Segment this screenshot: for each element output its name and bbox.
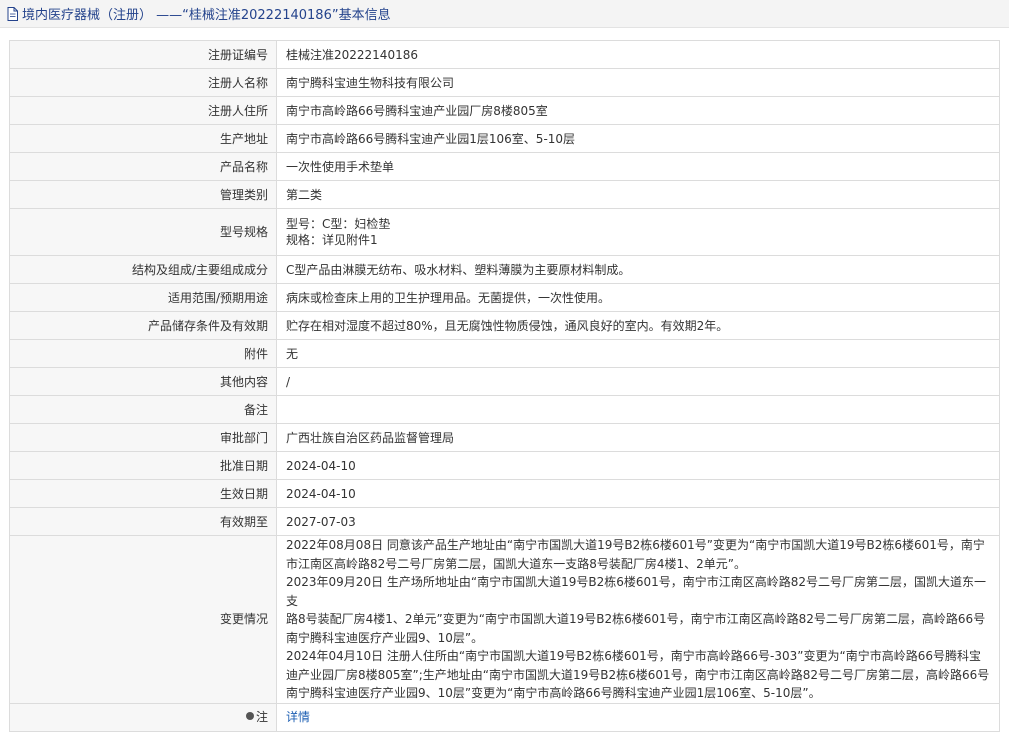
field-label: 管理类别 <box>9 180 277 209</box>
field-value: 2024-04-10 <box>276 479 1000 508</box>
field-value: 2024-04-10 <box>276 451 1000 480</box>
table-row: 结构及组成/主要组成成分 C型产品由淋膜无纺布、吸水材料、塑料薄膜为主要原材料制… <box>9 255 1000 284</box>
field-label: 附件 <box>9 339 277 368</box>
table-row: 管理类别 第二类 <box>9 180 1000 209</box>
field-label: 注册人住所 <box>9 96 277 125</box>
change-line: 路8号装配厂房4楼1、2单元”变更为“南宁市国凯大道19号B2栋6楼601号，南… <box>286 612 986 626</box>
table-row: 批准日期 2024-04-10 <box>9 451 1000 480</box>
field-value: 桂械注准20222140186 <box>276 40 1000 69</box>
field-label: 型号规格 <box>9 208 277 256</box>
field-label: 变更情况 <box>9 535 277 704</box>
info-dot-icon <box>245 712 254 720</box>
change-line: 南宁腾科宝迪医疗产业园9、10层”变更为“南宁市高岭路66号腾科宝迪产业园1层1… <box>286 686 821 700</box>
field-value <box>276 395 1000 424</box>
field-value: 详情 <box>276 702 1000 732</box>
field-label: 注册人名称 <box>9 68 277 97</box>
field-label: 注册证编号 <box>9 40 277 69</box>
info-table: 注册证编号 桂械注准20222140186 注册人名称 南宁腾科宝迪生物科技有限… <box>9 40 1000 732</box>
table-row: 注册证编号 桂械注准20222140186 <box>9 40 1000 69</box>
table-row: 审批部门 广西壮族自治区药品监督管理局 <box>9 423 1000 452</box>
change-line: 南宁腾科宝迪医疗产业园9、10层”。 <box>286 630 484 645</box>
field-value: 型号：C型：妇检垫 规格：详见附件1 <box>276 208 1000 256</box>
document-icon <box>7 6 21 22</box>
table-row: 备注 <box>9 395 1000 424</box>
field-label: 批准日期 <box>9 451 277 480</box>
field-label: 其他内容 <box>9 367 277 396</box>
field-value: 南宁市高岭路66号腾科宝迪产业园厂房8楼805室 <box>276 96 1000 125</box>
field-label: 生产地址 <box>9 124 277 153</box>
change-line: 2024年04月10日 注册人住所由“南宁市国凯大道19号B2栋6楼601号，南… <box>286 649 981 663</box>
change-line: 市江南区高岭路82号二号厂房第二层，国凯大道东一支路8号装配厂房4楼1、2单元”… <box>286 556 747 571</box>
change-line: 2022年08月08日 同意该产品生产地址由“南宁市国凯大道19号B2栋6楼60… <box>286 538 985 552</box>
table-row: 产品名称 一次性使用手术垫单 <box>9 152 1000 181</box>
table-row: 注册人名称 南宁腾科宝迪生物科技有限公司 <box>9 68 1000 97</box>
field-value: 病床或检查床上用的卫生护理用品。无菌提供，一次性使用。 <box>276 283 1000 312</box>
table-row: 型号规格 型号：C型：妇检垫 规格：详见附件1 <box>9 208 1000 256</box>
table-row: 注 详情 <box>9 702 1000 732</box>
table-row: 产品储存条件及有效期 贮存在相对湿度不超过80%，且无腐蚀性物质侵蚀，通风良好的… <box>9 311 1000 340</box>
spec-line: 规格：详见附件1 <box>286 233 378 247</box>
field-label: 产品储存条件及有效期 <box>9 311 277 340</box>
change-line: 迪产业园厂房8楼805室”;生产地址由“南宁市国凯大道19号B2栋6楼601号，… <box>286 667 990 682</box>
field-value: 2027-07-03 <box>276 507 1000 536</box>
change-history: 2022年08月08日 同意该产品生产地址由“南宁市国凯大道19号B2栋6楼60… <box>276 535 1000 704</box>
field-value: 无 <box>276 339 1000 368</box>
change-line: 2023年09月20日 生产场所地址由“南宁市国凯大道19号B2栋6楼601号，… <box>286 575 987 608</box>
table-row: 其他内容 / <box>9 367 1000 396</box>
table-row: 适用范围/预期用途 病床或检查床上用的卫生护理用品。无菌提供，一次性使用。 <box>9 283 1000 312</box>
note-label: 注 <box>255 710 268 724</box>
field-value: / <box>276 367 1000 396</box>
field-value: 南宁腾科宝迪生物科技有限公司 <box>276 68 1000 97</box>
field-value: 贮存在相对湿度不超过80%，且无腐蚀性物质侵蚀，通风良好的室内。有效期2年。 <box>276 311 1000 340</box>
page-title: 境内医疗器械（注册） ——“桂械注准20222140186”基本信息 <box>22 8 391 23</box>
model-line: 型号：C型：妇检垫 <box>286 217 391 231</box>
field-label: 生效日期 <box>9 479 277 508</box>
field-label: 产品名称 <box>9 152 277 181</box>
table-row: 附件 无 <box>9 339 1000 368</box>
field-value: 第二类 <box>276 180 1000 209</box>
table-row: 变更情况 2022年08月08日 同意该产品生产地址由“南宁市国凯大道19号B2… <box>9 535 1000 704</box>
field-label: 注 <box>9 702 277 732</box>
table-row: 生产地址 南宁市高岭路66号腾科宝迪产业园1层106室、5-10层 <box>9 124 1000 153</box>
field-label: 备注 <box>9 395 277 424</box>
field-label: 审批部门 <box>9 423 277 452</box>
page-header: 境内医疗器械（注册） ——“桂械注准20222140186”基本信息 <box>0 0 1009 28</box>
field-value: C型产品由淋膜无纺布、吸水材料、塑料薄膜为主要原材料制成。 <box>276 255 1000 284</box>
field-value: 南宁市高岭路66号腾科宝迪产业园1层106室、5-10层 <box>276 124 1000 153</box>
field-value: 广西壮族自治区药品监督管理局 <box>276 423 1000 452</box>
field-value: 一次性使用手术垫单 <box>276 152 1000 181</box>
table-row: 注册人住所 南宁市高岭路66号腾科宝迪产业园厂房8楼805室 <box>9 96 1000 125</box>
details-link[interactable]: 详情 <box>286 710 310 724</box>
field-label: 适用范围/预期用途 <box>9 283 277 312</box>
table-row: 生效日期 2024-04-10 <box>9 479 1000 508</box>
table-row: 有效期至 2027-07-03 <box>9 507 1000 536</box>
field-label: 结构及组成/主要组成成分 <box>9 255 277 284</box>
field-label: 有效期至 <box>9 507 277 536</box>
